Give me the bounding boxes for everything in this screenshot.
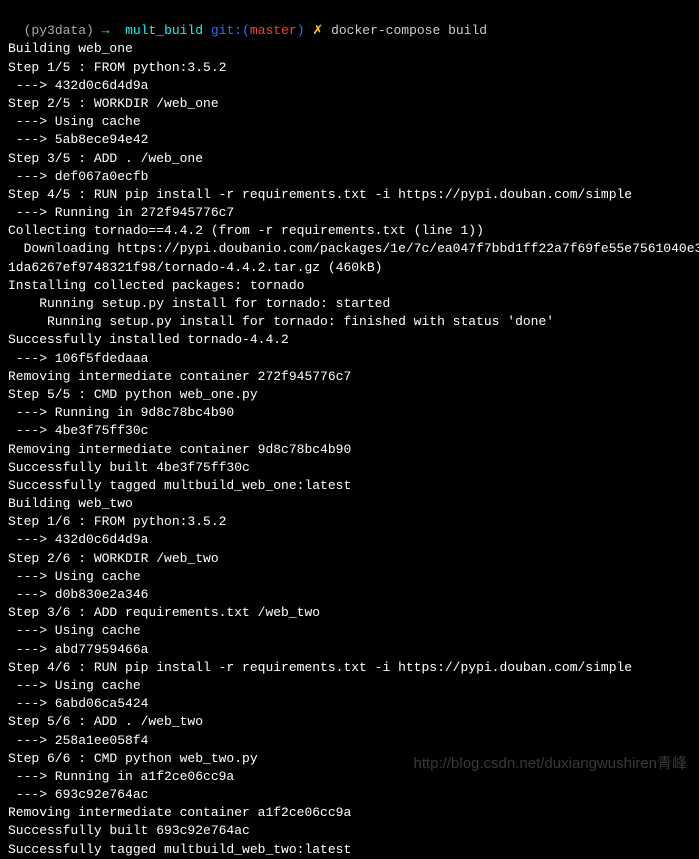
output-line: ---> def067a0ecfb: [8, 168, 691, 186]
output-line: Running setup.py install for tornado: st…: [8, 295, 691, 313]
output-line: ---> Using cache: [8, 622, 691, 640]
output-line: ---> 5ab8ece94e42: [8, 131, 691, 149]
cwd-label: mult_build: [125, 23, 203, 38]
output-line: ---> Running in 9d8c78bc4b90: [8, 404, 691, 422]
output-line: Successfully tagged multbuild_web_one:la…: [8, 477, 691, 495]
output-line: Downloading https://pypi.doubanio.com/pa…: [8, 240, 691, 258]
output-line: Successfully tagged multbuild_web_two:la…: [8, 841, 691, 859]
output-line: 1da6267ef9748321f98/tornado-4.4.2.tar.gz…: [8, 259, 691, 277]
output-line: ---> d0b830e2a346: [8, 586, 691, 604]
output-line: Building web_one: [8, 40, 691, 58]
output-line: ---> Running in a1f2ce06cc9a: [8, 768, 691, 786]
output-line: ---> 432d0c6d4d9a: [8, 531, 691, 549]
command-text: docker-compose build: [331, 23, 487, 38]
output-line: Step 1/6 : FROM python:3.5.2: [8, 513, 691, 531]
output-line: Step 3/5 : ADD . /web_one: [8, 150, 691, 168]
git-label: git:(: [211, 23, 250, 38]
output-line: Collecting tornado==4.4.2 (from -r requi…: [8, 222, 691, 240]
output-line: ---> 693c92e764ac: [8, 786, 691, 804]
output-line: ---> 4be3f75ff30c: [8, 422, 691, 440]
prompt-line[interactable]: (py3data) → mult_build git:(master) ✗ do…: [8, 4, 691, 40]
output-line: Step 5/6 : ADD . /web_two: [8, 713, 691, 731]
output-line: ---> 106f5fdedaaa: [8, 350, 691, 368]
output-line: Installing collected packages: tornado: [8, 277, 691, 295]
output-line: Removing intermediate container a1f2ce06…: [8, 804, 691, 822]
output-line: Successfully built 4be3f75ff30c: [8, 459, 691, 477]
dirty-icon: ✗: [312, 23, 323, 38]
arrow-icon: →: [102, 23, 110, 38]
output-line: Running setup.py install for tornado: fi…: [8, 313, 691, 331]
output-line: ---> abd77959466a: [8, 641, 691, 659]
output-line: Step 6/6 : CMD python web_two.py: [8, 750, 691, 768]
output-line: ---> 432d0c6d4d9a: [8, 77, 691, 95]
output-line: ---> Running in 272f945776c7: [8, 204, 691, 222]
output-line: Successfully installed tornado-4.4.2: [8, 331, 691, 349]
output-line: Step 2/5 : WORKDIR /web_one: [8, 95, 691, 113]
output-line: Successfully built 693c92e764ac: [8, 822, 691, 840]
output-line: ---> Using cache: [8, 677, 691, 695]
output-line: ---> Using cache: [8, 113, 691, 131]
output-line: ---> 6abd06ca5424: [8, 695, 691, 713]
output-line: Step 4/6 : RUN pip install -r requiremen…: [8, 659, 691, 677]
output-line: Removing intermediate container 272f9457…: [8, 368, 691, 386]
output-line: Step 1/5 : FROM python:3.5.2: [8, 59, 691, 77]
output-line: Building web_two: [8, 495, 691, 513]
git-branch: master: [250, 23, 297, 38]
venv-label: (py3data): [24, 23, 94, 38]
output-line: Step 2/6 : WORKDIR /web_two: [8, 550, 691, 568]
output-line: Step 5/5 : CMD python web_one.py: [8, 386, 691, 404]
output-line: ---> Using cache: [8, 568, 691, 586]
git-close: ): [297, 23, 305, 38]
output-line: Step 3/6 : ADD requirements.txt /web_two: [8, 604, 691, 622]
output-line: Removing intermediate container 9d8c78bc…: [8, 441, 691, 459]
output-line: Step 4/5 : RUN pip install -r requiremen…: [8, 186, 691, 204]
output-line: ---> 258a1ee058f4: [8, 732, 691, 750]
